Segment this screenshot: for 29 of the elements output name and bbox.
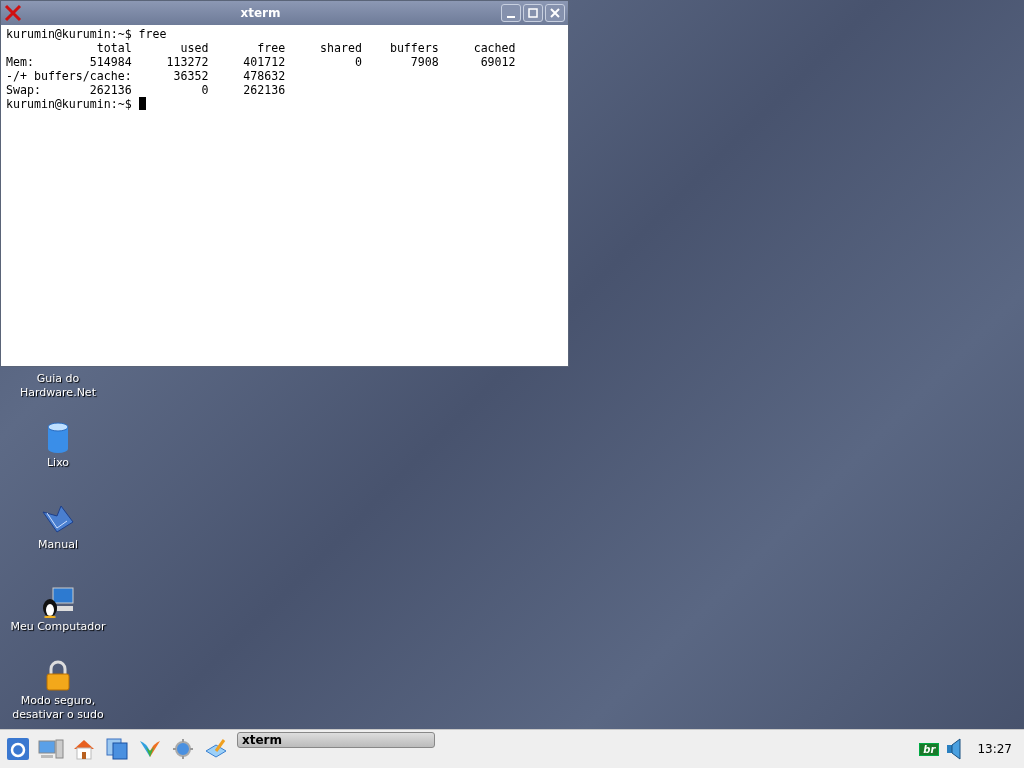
maximize-icon (528, 8, 538, 18)
terminal-prompt: kurumin@kurumin:~$ (6, 97, 133, 111)
padlock-icon[interactable] (44, 660, 72, 692)
terminal-line: Mem: 514984 113272 401712 0 7908 69012 (6, 55, 517, 69)
clock[interactable]: 13:27 (977, 742, 1012, 756)
computer-with-penguin-icon[interactable] (41, 586, 75, 618)
terminal-line: -/+ buffers/cache: 36352 478632 (6, 69, 287, 83)
desktop-icon-label[interactable]: Meu Computador (10, 620, 106, 634)
windows-icon[interactable] (104, 737, 129, 761)
minimize-button[interactable] (501, 4, 521, 22)
trash-bin-icon[interactable] (46, 422, 70, 454)
k-menu-icon[interactable] (5, 737, 30, 761)
desktop-icon-label[interactable]: Manual (38, 538, 78, 552)
close-icon (550, 8, 560, 18)
network-globe-icon[interactable] (170, 737, 195, 761)
close-button[interactable] (545, 4, 565, 22)
computer-icon[interactable] (37, 738, 64, 760)
desktop-icon-label[interactable]: Modo seguro, desativar o sudo (12, 694, 104, 722)
text-cursor (138, 97, 146, 110)
terminal-line: total used free shared buffers cached (95, 41, 517, 55)
terminal-line: Swap: 262136 0 262136 (6, 83, 287, 97)
task-button[interactable]: xterm (237, 732, 435, 748)
maximize-button[interactable] (523, 4, 543, 22)
minimize-icon (507, 16, 515, 18)
desktop-icon-label[interactable]: Guia do Hardware.Net (20, 372, 96, 400)
keyboard-layout-indicator[interactable]: br (919, 742, 940, 756)
terminal-line: kurumin@kurumin:~$ free (6, 27, 168, 41)
desktop-icon-label[interactable]: Lixo (46, 456, 70, 470)
window-title: xterm (239, 6, 282, 20)
